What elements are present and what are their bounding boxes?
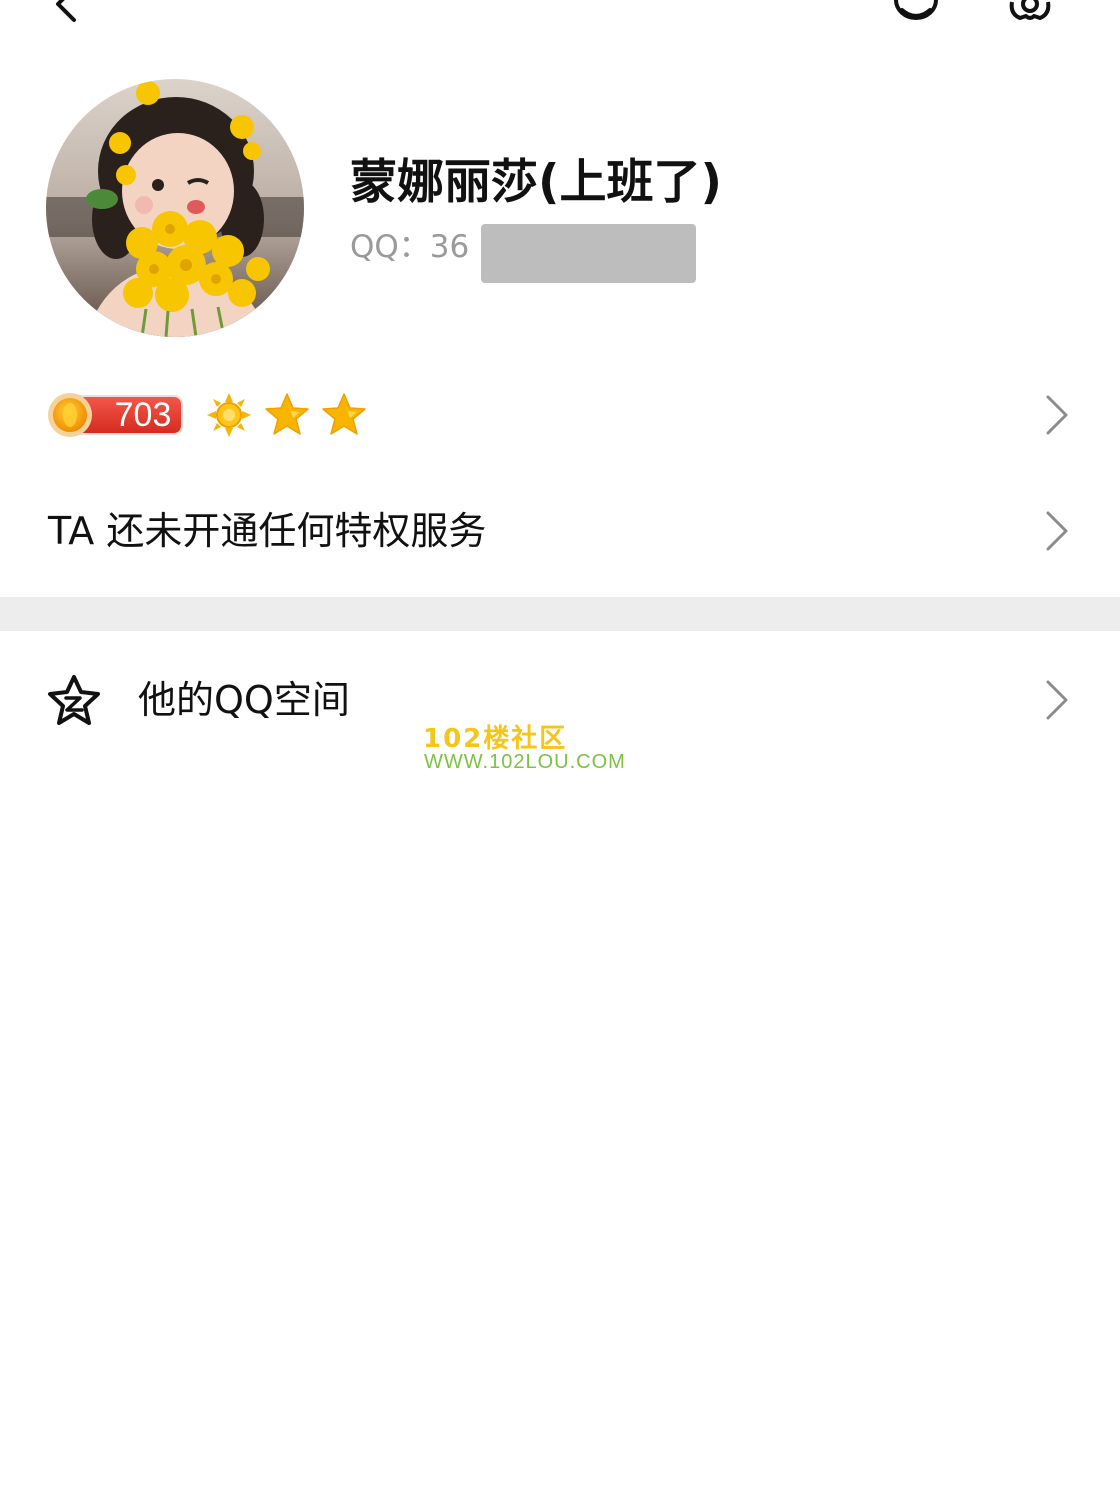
avatar-photo bbox=[46, 79, 304, 337]
avatar[interactable] bbox=[46, 79, 304, 337]
penguin-button[interactable] bbox=[892, 0, 940, 24]
qzone-star-icon bbox=[48, 675, 100, 725]
qq-number: QQ：36 bbox=[350, 229, 470, 265]
sun-icon bbox=[207, 393, 251, 437]
level-row[interactable]: 703 bbox=[0, 370, 1120, 460]
back-button[interactable] bbox=[46, 0, 86, 26]
watermark-title: 102楼社区 bbox=[423, 724, 568, 754]
settings-button[interactable] bbox=[1006, 0, 1054, 24]
chevron-right-icon bbox=[1046, 680, 1068, 720]
privilege-text: TA 还未开通任何特权服务 bbox=[48, 509, 487, 553]
watermark-url: WWW.102LOU.COM bbox=[424, 751, 626, 773]
level-value: 703 bbox=[114, 396, 172, 434]
chevron-right-icon bbox=[1046, 395, 1068, 435]
star-icon bbox=[265, 393, 309, 435]
chevron-left-icon bbox=[56, 0, 76, 22]
star-icon bbox=[322, 393, 366, 435]
gear-icon bbox=[1009, 0, 1051, 20]
penguin-icon bbox=[894, 0, 938, 20]
level-badge: 703 bbox=[48, 392, 184, 438]
nickname: 蒙娜丽莎(上班了) bbox=[350, 155, 722, 210]
chevron-right-icon bbox=[1046, 511, 1068, 551]
qzone-label: 他的QQ空间 bbox=[138, 678, 350, 722]
section-divider bbox=[0, 597, 1120, 631]
qq-number-redaction bbox=[481, 224, 696, 283]
privilege-row[interactable]: TA 还未开通任何特权服务 bbox=[0, 485, 1120, 577]
